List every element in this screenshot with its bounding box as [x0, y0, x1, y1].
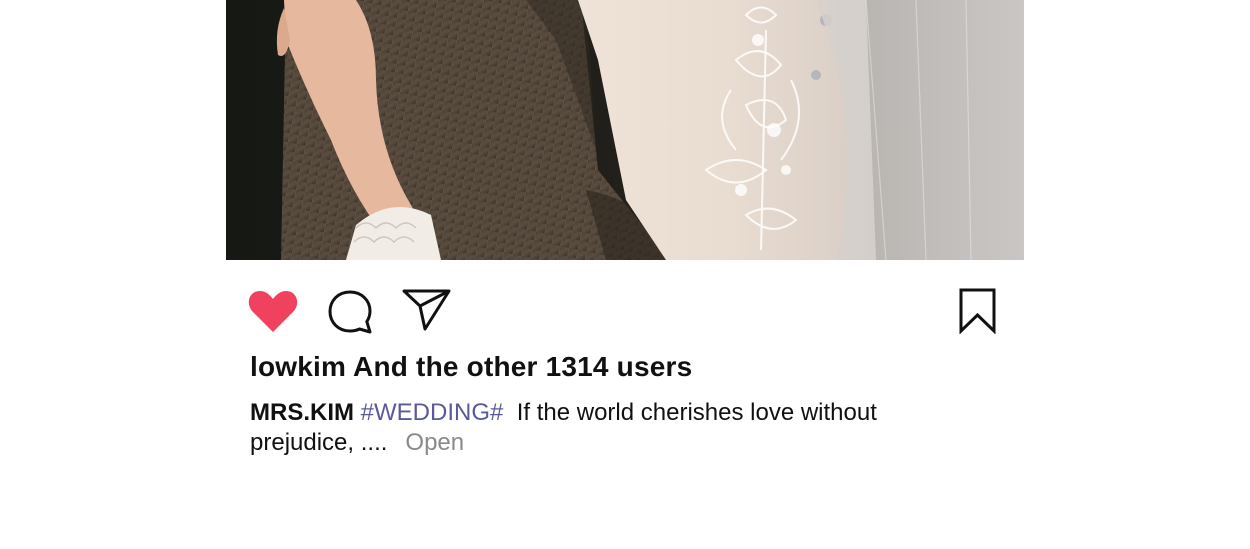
- post-caption: MRS.KIM #WEDDING# If the world cherishes…: [250, 398, 950, 458]
- bookmark-icon[interactable]: [959, 288, 997, 334]
- caption-username[interactable]: MRS.KIM: [250, 399, 354, 426]
- caption-text-line1: If the world cherishes love without: [516, 399, 877, 426]
- heart-filled-icon[interactable]: [248, 288, 298, 334]
- paper-plane-icon[interactable]: [402, 288, 452, 332]
- post-action-bar: [226, 260, 1024, 350]
- caption-hashtag[interactable]: #WEDDING#: [361, 399, 504, 426]
- speech-bubble-icon[interactable]: [327, 289, 373, 335]
- post-card: lowkim And the other 1314 users MRS.KIM …: [226, 0, 1024, 549]
- likes-summary[interactable]: lowkim And the other 1314 users: [250, 351, 692, 383]
- caption-text-line2: prejudice, ....: [250, 429, 388, 456]
- wedding-photo-illustration: [226, 0, 1024, 260]
- post-photo[interactable]: [226, 0, 1024, 260]
- caption-open-link[interactable]: Open: [405, 429, 464, 456]
